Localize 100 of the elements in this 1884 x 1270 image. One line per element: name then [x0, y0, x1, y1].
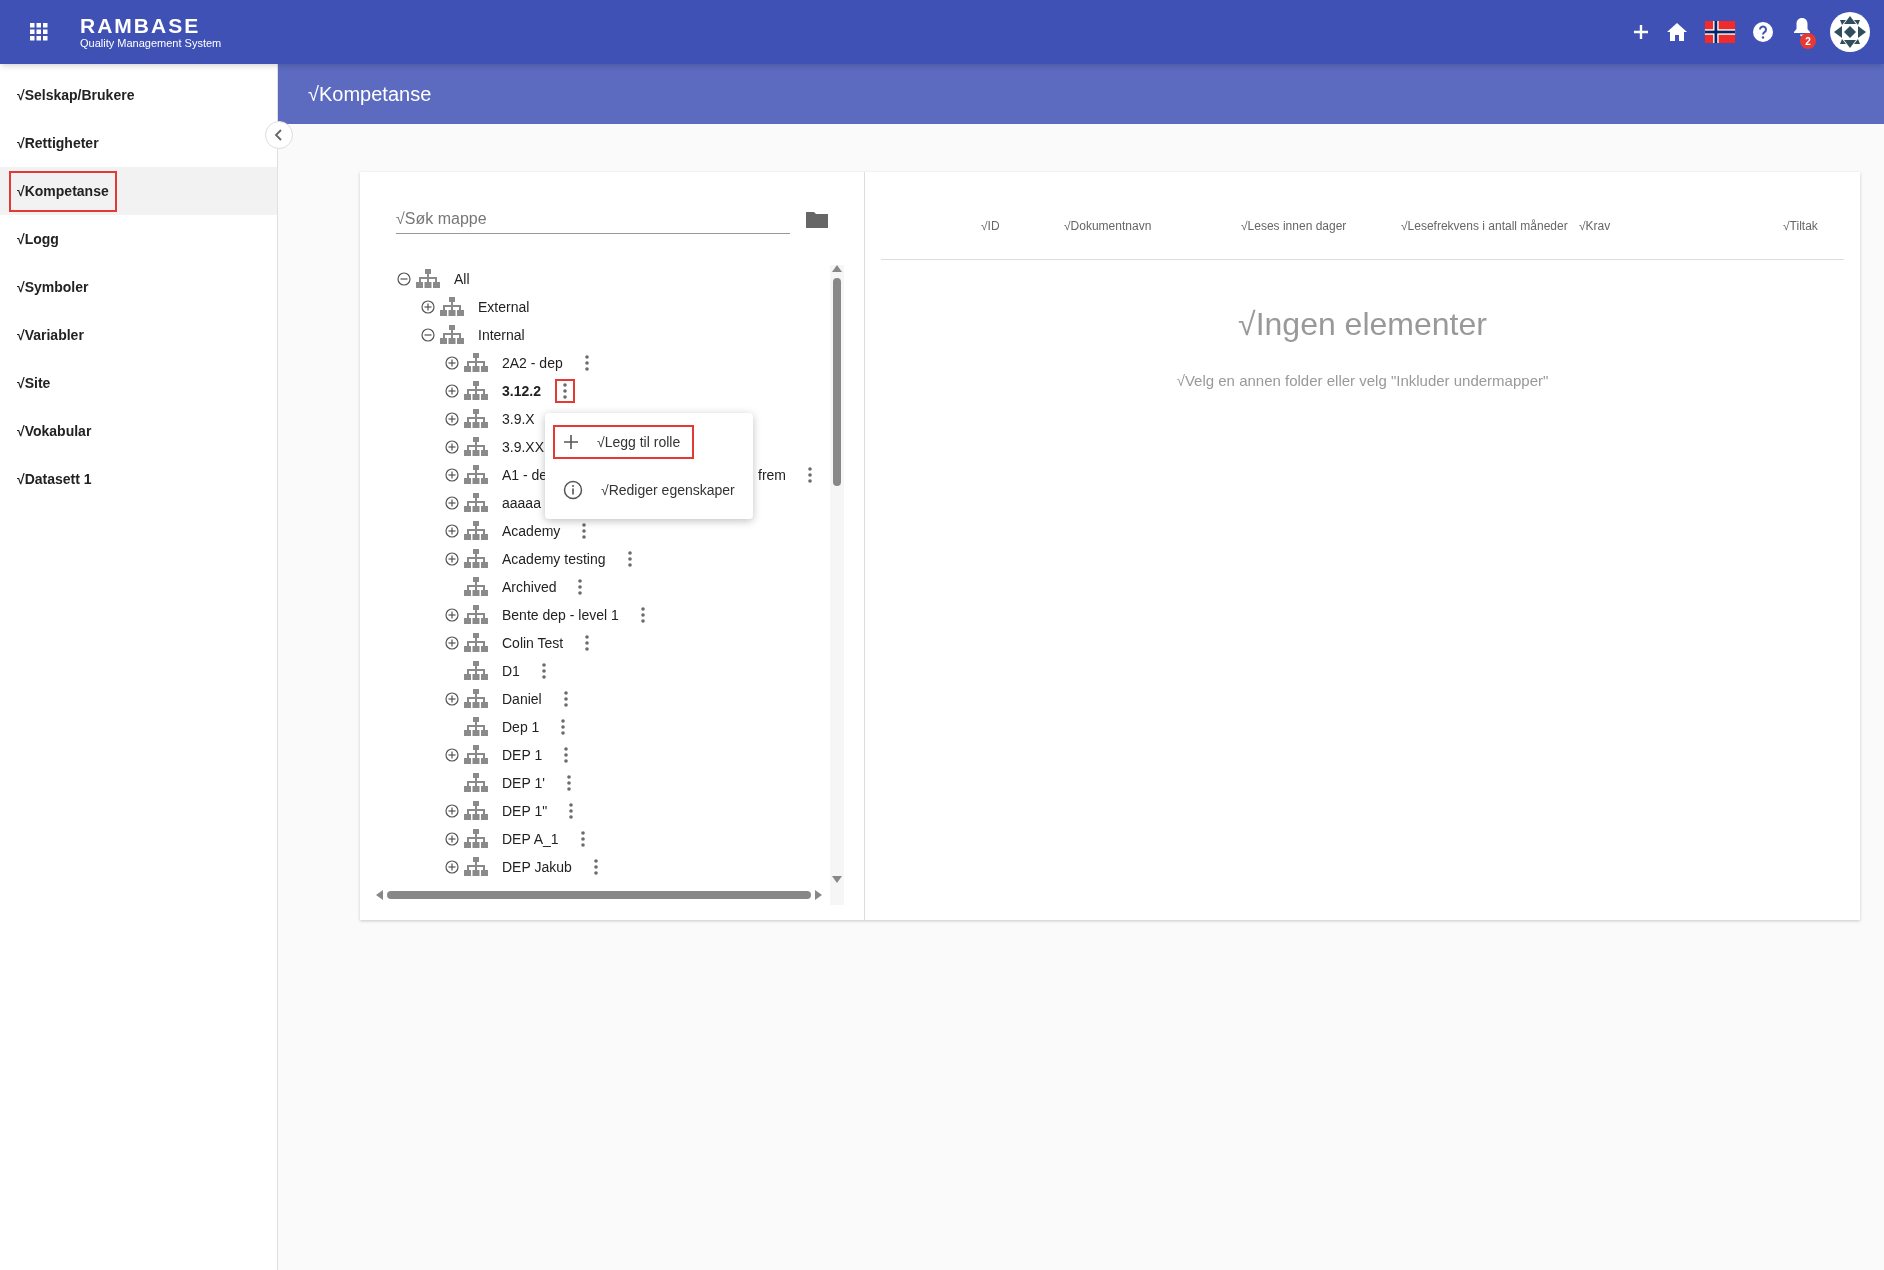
empty-state-title: √Ingen elementer [1238, 305, 1487, 344]
home-icon[interactable] [1666, 22, 1688, 42]
sidebar-item[interactable]: √Selskap/Brukere [9, 74, 143, 116]
expand-icon[interactable] [445, 440, 459, 454]
help-icon[interactable] [1752, 21, 1774, 43]
more-vertical-icon [584, 355, 589, 371]
column-header[interactable]: √Dokumentnavn [1064, 216, 1241, 235]
sidebar-item[interactable]: √Site [9, 362, 59, 404]
hierarchy-icon [464, 605, 488, 625]
collapse-icon[interactable] [397, 272, 411, 286]
tree-item[interactable]: Bente dep - level 1 [502, 604, 619, 626]
expand-icon[interactable] [445, 860, 459, 874]
expand-icon[interactable] [445, 608, 459, 622]
more-vertical-icon [585, 635, 590, 651]
expand-icon[interactable] [445, 692, 459, 706]
more-vertical-icon [561, 719, 566, 735]
apps-grid-icon[interactable] [30, 23, 48, 41]
expand-icon[interactable] [421, 300, 435, 314]
tree-item[interactable]: DEP A_1 [502, 828, 559, 850]
column-header[interactable]: √Krav [1579, 216, 1783, 235]
tree-item[interactable]: 2A2 - dep [502, 352, 563, 374]
tree-item[interactable]: External [478, 296, 530, 318]
expand-icon[interactable] [445, 804, 459, 818]
more-vertical-icon [564, 747, 569, 763]
more-vertical-icon [566, 775, 571, 791]
expand-icon[interactable] [445, 384, 459, 398]
tree-item[interactable]: DEP 1" [502, 800, 548, 822]
hierarchy-icon [416, 269, 440, 289]
hierarchy-icon [464, 437, 488, 457]
hierarchy-icon [464, 493, 488, 513]
tree-item[interactable]: 3.9.X [502, 408, 535, 430]
sidebar-item[interactable]: √Symboler [9, 266, 97, 308]
sidebar-item[interactable]: √Logg [9, 218, 67, 260]
column-header[interactable]: √Lesefrekvens i antall måneder [1401, 216, 1579, 235]
flag-icon[interactable] [1704, 21, 1736, 43]
scroll-left-icon[interactable] [376, 890, 383, 900]
logo-subtitle: Quality Management System [80, 38, 222, 49]
hierarchy-icon [464, 801, 488, 821]
tree-item[interactable]: Internal [478, 324, 525, 346]
expand-icon[interactable] [445, 636, 459, 650]
sidebar-item[interactable]: √Datasett 1 [9, 458, 100, 500]
plus-icon [563, 434, 579, 450]
expand-icon[interactable] [445, 524, 459, 538]
column-header[interactable]: √Tiltak [1783, 216, 1844, 235]
expand-icon[interactable] [445, 356, 459, 370]
expand-icon[interactable] [445, 748, 459, 762]
expand-icon[interactable] [445, 496, 459, 510]
tree-item[interactable]: DEP Jakub [502, 856, 572, 878]
tree-item[interactable]: 3.9.XX [502, 436, 545, 458]
hierarchy-icon [464, 773, 488, 793]
hierarchy-icon [464, 549, 488, 569]
tree-item[interactable]: D1 [502, 660, 520, 682]
tree-item-text: frem [758, 465, 786, 485]
search-field[interactable]: √Søk mappe [396, 204, 790, 234]
expand-icon[interactable] [445, 832, 459, 846]
expand-icon[interactable] [445, 552, 459, 566]
menu-item[interactable]: √Legg til rolle [553, 425, 695, 459]
hierarchy-icon [464, 689, 488, 709]
tree-item[interactable]: Dep 1 [502, 716, 540, 738]
tree-item[interactable]: DEP 1 [502, 744, 543, 766]
more-vertical-icon [627, 551, 632, 567]
tree-item[interactable]: Academy [502, 520, 561, 542]
sidebar-item[interactable]: √Rettigheter [9, 122, 107, 164]
tree-item[interactable]: Academy testing [502, 548, 606, 570]
tree-item[interactable]: All [454, 268, 470, 290]
column-header[interactable]: √ID [981, 216, 1064, 235]
avatar-icon[interactable] [1830, 12, 1870, 52]
hierarchy-icon [440, 325, 464, 345]
tree-item[interactable]: Daniel [502, 688, 542, 710]
hierarchy-icon [464, 577, 488, 597]
empty-state-message: √Velg en annen folder eller velg "Inkluder undermapper" [1176, 371, 1549, 391]
more-vertical-icon [580, 831, 585, 847]
tree-item[interactable]: DEP 1' [502, 772, 545, 794]
scroll-up-icon[interactable] [832, 265, 842, 272]
collapse-icon[interactable] [421, 328, 435, 342]
sidebar-item[interactable]: √Vokabular [9, 410, 100, 452]
collapse-sidebar-button[interactable] [265, 121, 293, 149]
scroll-down-icon[interactable] [832, 876, 842, 883]
more-vertical-icon [593, 859, 598, 875]
add-icon[interactable] [1632, 23, 1650, 41]
folder-icon[interactable] [806, 210, 828, 228]
hierarchy-icon [464, 409, 488, 429]
tree-item[interactable]: 3.12.2 [502, 380, 541, 402]
tree-item[interactable]: Colin Test [502, 632, 564, 654]
horizontal-scrollbar[interactable] [387, 891, 811, 899]
more-vertical-icon [563, 691, 568, 707]
tree-item[interactable]: aaaaa [502, 492, 541, 514]
sidebar-item[interactable]: √Kompetanse [9, 170, 117, 212]
vertical-scrollbar[interactable] [833, 278, 841, 486]
hierarchy-icon [464, 381, 488, 401]
more-options-button[interactable] [554, 379, 575, 403]
menu-item[interactable]: √Rediger egenskaper [553, 473, 749, 507]
sidebar-item[interactable]: √Variabler [9, 314, 92, 356]
notification-bell-icon[interactable] [1793, 17, 1811, 37]
tree-item[interactable]: Archived [502, 576, 557, 598]
expand-icon[interactable] [445, 468, 459, 482]
column-header[interactable]: √Leses innen dager [1241, 216, 1401, 235]
scroll-right-icon[interactable] [815, 890, 822, 900]
expand-icon[interactable] [445, 412, 459, 426]
notification-badge: 2 [1800, 33, 1816, 49]
